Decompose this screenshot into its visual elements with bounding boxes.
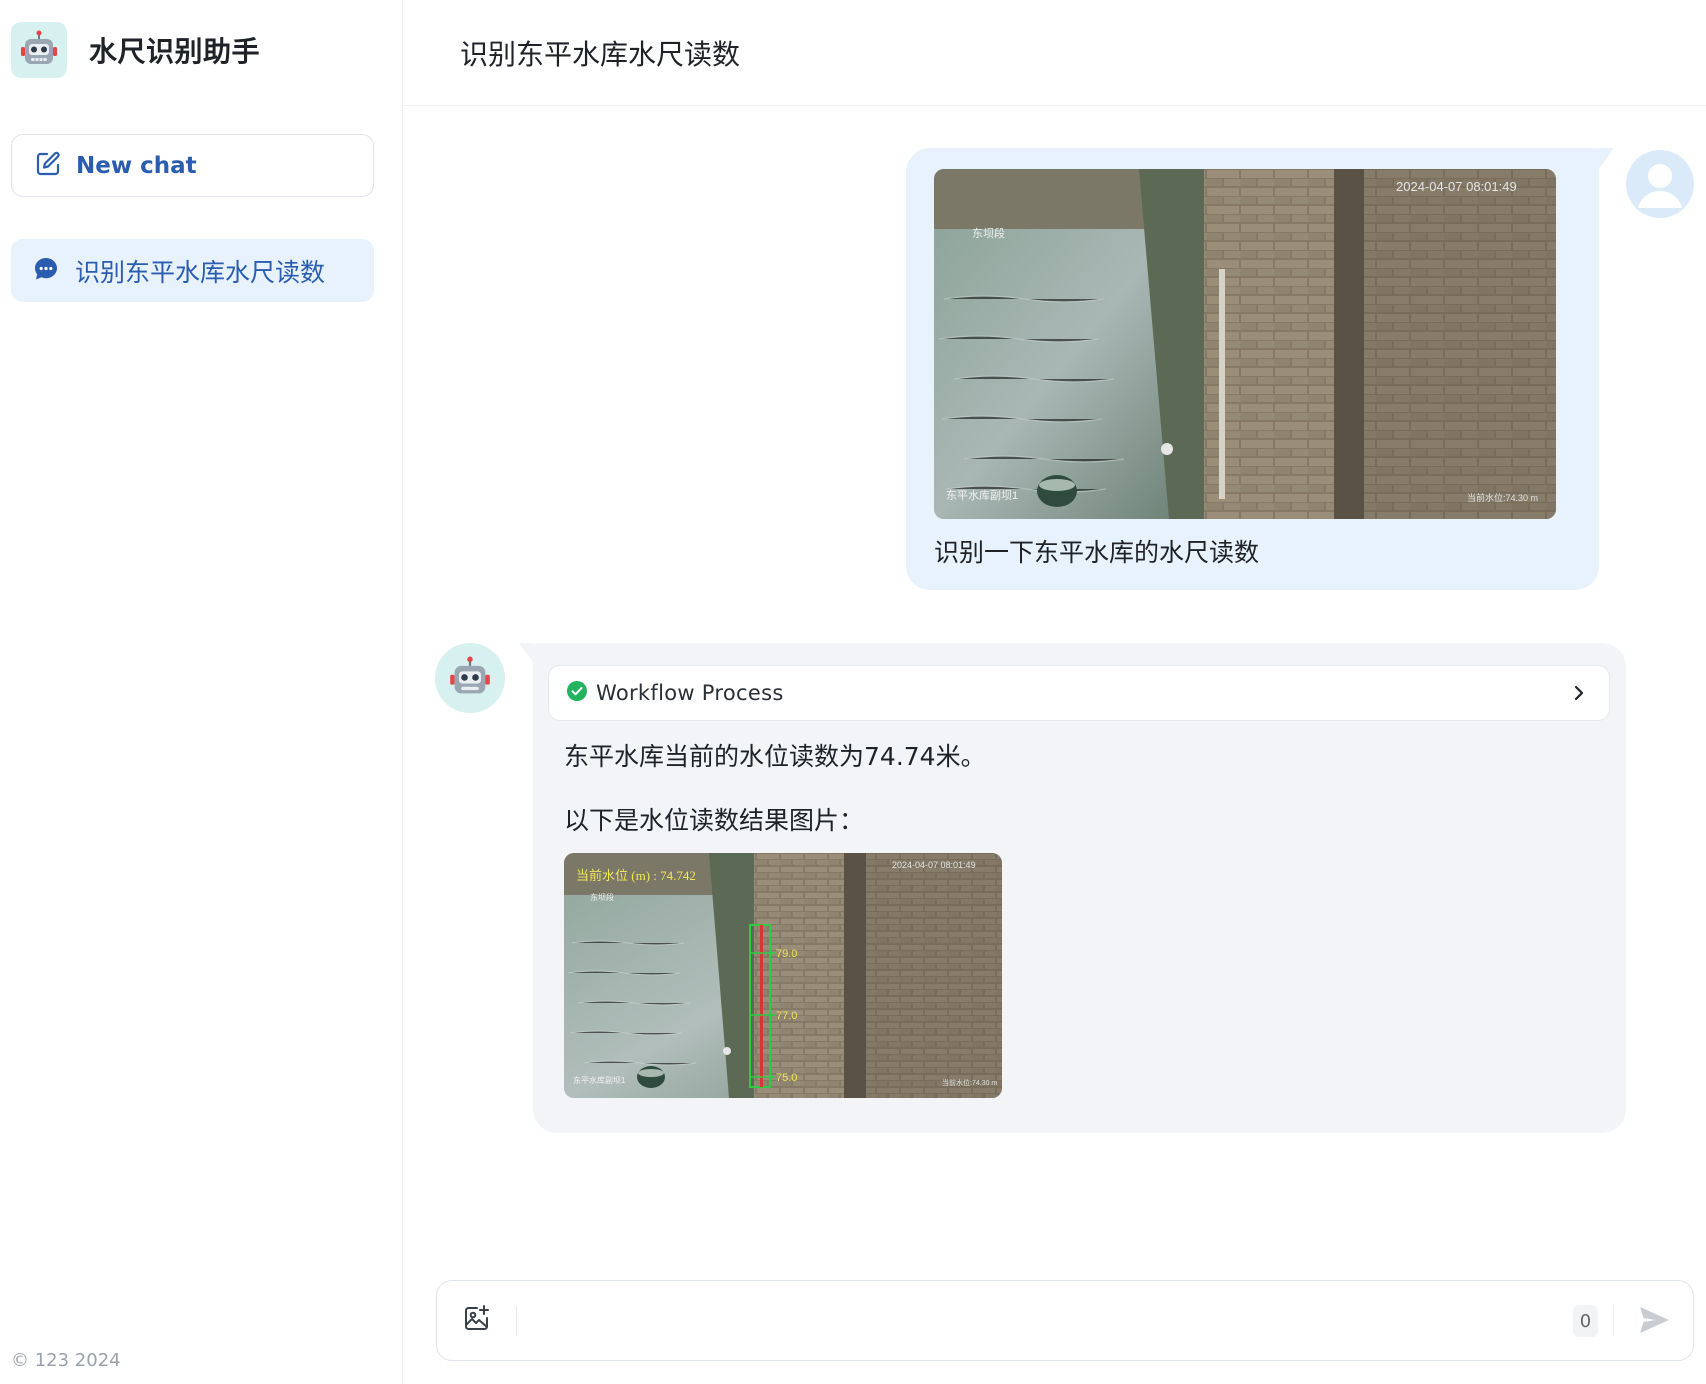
user-avatar-icon (1626, 150, 1694, 218)
send-icon[interactable] (1636, 1302, 1676, 1340)
photo-label-top: 东坝段 (972, 226, 1005, 240)
assistant-message-bubble: Workflow Process 东平水库当前的水位读数为74.74米。 以下是… (519, 643, 1626, 1133)
chat-history-label: 识别东平水库水尺读数 (75, 257, 326, 287)
brand-title: 水尺识别助手 (89, 34, 261, 68)
message-composer: 0 (436, 1280, 1694, 1361)
char-count-badge: 0 (1573, 1305, 1598, 1337)
scale-mark-2: 77.0 (776, 1010, 797, 1022)
user-message-bubble: 2024-04-07 08:01:49 东坝段 东平水库副坝1 当前水位:74.… (906, 148, 1614, 590)
sidebar: 水尺识别助手 New chat 识别东平水库水尺读数 © 123 2024 (0, 0, 403, 1384)
footer-copyright: © 123 2024 (11, 1350, 121, 1371)
workflow-process-toggle[interactable]: Workflow Process (548, 665, 1610, 721)
assistant-result-intro: 以下是水位读数结果图片： (564, 806, 865, 835)
photo-timestamp: 2024-04-07 08:01:49 (1396, 179, 1517, 194)
chat-bubble-icon (33, 256, 59, 286)
chat-title: 识别东平水库水尺读数 (460, 37, 741, 71)
check-circle-icon (567, 681, 587, 705)
message-input[interactable] (529, 1299, 1569, 1343)
composer-divider (516, 1306, 517, 1336)
chat-main: 识别东平水库水尺读数 2024-04-07 08:01:49 东坝段 东平水库副… (403, 0, 1706, 1384)
scale-mark-1: 79.0 (776, 948, 797, 960)
result-caption-right: 当前水位:74.30 m (942, 1078, 997, 1087)
photo-caption-left: 东平水库副坝1 (946, 488, 1018, 502)
edit-icon (34, 150, 62, 182)
new-chat-label: New chat (76, 152, 197, 179)
result-overlay-text: 当前水位 (m) : 74.742 (576, 868, 696, 883)
result-caption-left: 东平水库副坝1 (573, 1075, 626, 1085)
result-timestamp: 2024-04-07 08:01:49 (892, 860, 976, 870)
image-upload-icon[interactable] (462, 1303, 496, 1337)
chat-header: 识别东平水库水尺读数 (403, 0, 1706, 106)
user-message-text: 识别一下东平水库的水尺读数 (934, 538, 1260, 567)
result-label-top: 东坝段 (590, 892, 614, 902)
app-root: 水尺识别助手 New chat 识别东平水库水尺读数 © 123 2024 识别… (0, 0, 1706, 1384)
assistant-avatar-icon (435, 643, 505, 713)
robot-logo-icon (11, 21, 67, 78)
composer-divider-right (1613, 1306, 1614, 1336)
chat-history-item[interactable]: 识别东平水库水尺读数 (11, 239, 374, 302)
reservoir-photo[interactable]: 2024-04-07 08:01:49 东坝段 东平水库副坝1 当前水位:74.… (934, 169, 1556, 519)
assistant-answer-text: 东平水库当前的水位读数为74.74米。 (564, 742, 986, 771)
photo-caption-right: 当前水位:74.30 m (1467, 492, 1538, 503)
brand: 水尺识别助手 (11, 21, 260, 78)
workflow-process-label: Workflow Process (596, 681, 784, 705)
chevron-right-icon (1569, 683, 1589, 707)
result-photo[interactable]: 79.0 77.0 75.0 当前水位 (m) : 74.742 2024-04… (564, 853, 1002, 1098)
new-chat-button[interactable]: New chat (11, 134, 374, 197)
scale-mark-3: 75.0 (776, 1072, 797, 1084)
